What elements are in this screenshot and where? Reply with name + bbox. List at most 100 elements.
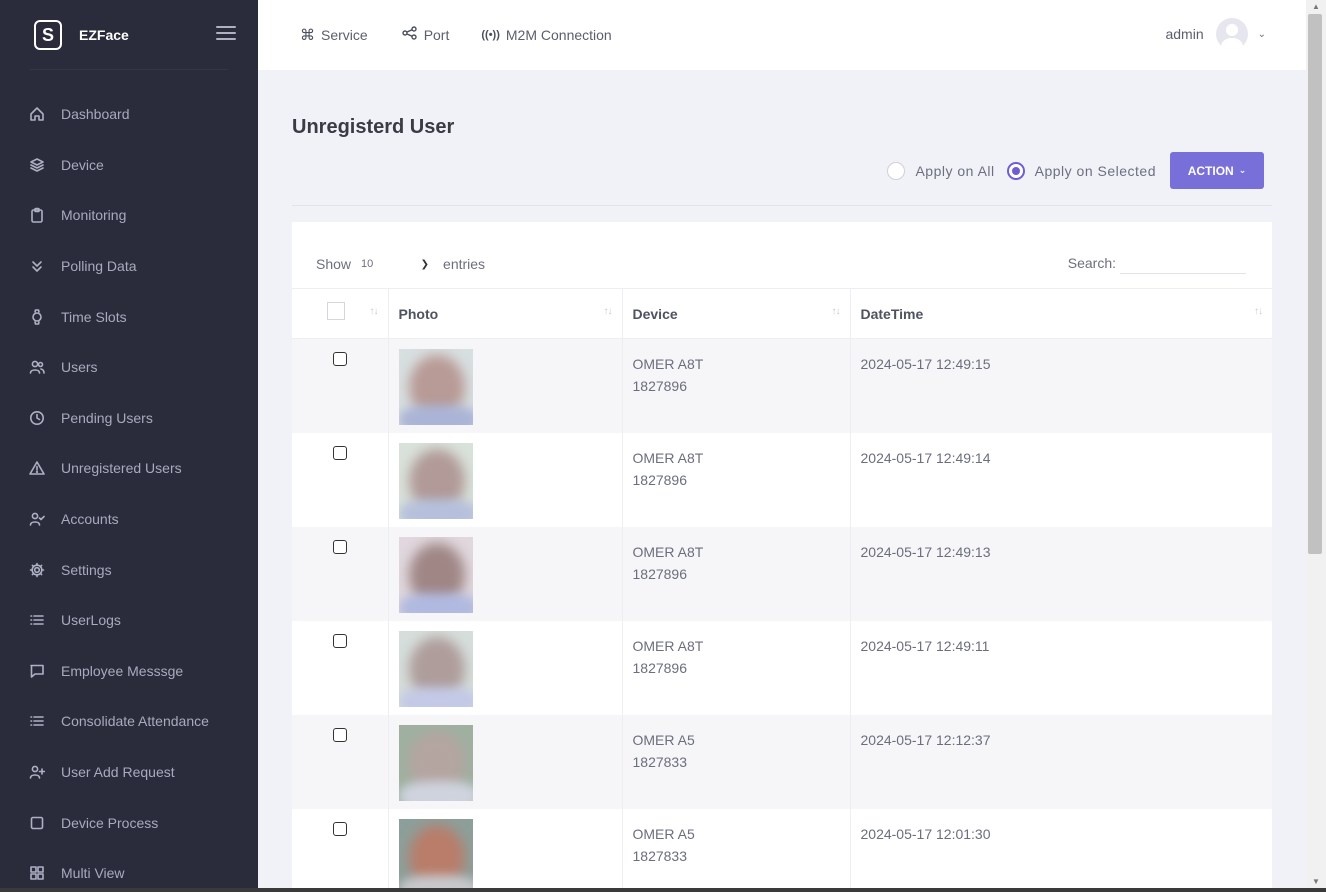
entries-value: 10 <box>361 258 374 270</box>
scroll-down-icon[interactable]: ▼ <box>1312 877 1320 886</box>
grid-icon <box>28 864 46 882</box>
service-link[interactable]: ⌘ Service <box>300 26 368 44</box>
chevron-down-icon: ❯ <box>420 258 430 270</box>
datetime-value: 2024-05-17 12:49:15 <box>860 356 991 372</box>
sidebar-item-polling-data[interactable]: Polling Data <box>0 241 258 292</box>
scrollbar-thumb[interactable] <box>1308 14 1322 554</box>
datetime-header[interactable]: DateTime ↑↓ <box>850 288 1272 339</box>
sidebar-item-employee-messsge[interactable]: Employee Messsge <box>0 646 258 697</box>
layers-icon <box>28 156 46 174</box>
user-photo[interactable] <box>398 630 473 707</box>
page-scrollbar[interactable]: ▲ ▼ <box>1306 0 1326 888</box>
row-checkbox[interactable] <box>333 445 347 460</box>
apply-on-all-label: Apply on All <box>915 162 995 179</box>
sidebar-nav: Dashboard Device Monitoring Polling Data Tim… <box>0 89 258 892</box>
row-checkbox[interactable] <box>333 633 347 648</box>
sidebar-item-accounts[interactable]: Accounts <box>0 494 258 545</box>
command-icon: ⌘ <box>300 27 315 44</box>
sidebar-item-dashboard[interactable]: Dashboard <box>0 89 258 140</box>
sidebar-item-device-process[interactable]: Device Process <box>0 797 258 848</box>
menu-toggle-icon[interactable] <box>216 26 236 40</box>
table-row[interactable]: OMER A5 1827833 2024-05-17 12:12:37 <box>292 714 1272 809</box>
user-photo[interactable] <box>398 724 473 801</box>
row-select-cell <box>292 714 389 809</box>
search-label: Search: <box>1067 255 1116 271</box>
sidebar-item-label: Settings <box>61 561 112 578</box>
sidebar-item-consolidate-attendance[interactable]: Consolidate Attendance <box>0 696 258 747</box>
sort-icon[interactable]: ↑↓ <box>1254 306 1263 317</box>
action-button[interactable]: ACTION ⌄ <box>1170 152 1264 189</box>
table-row[interactable]: OMER A8T 1827896 2024-05-17 12:49:15 <box>292 338 1272 433</box>
sidebar-item-userlogs[interactable]: UserLogs <box>0 595 258 646</box>
clock-icon <box>28 409 46 427</box>
photo-header[interactable]: Photo ↑↓ <box>388 288 623 339</box>
user-photo[interactable] <box>398 818 473 888</box>
user-photo[interactable] <box>398 349 473 425</box>
sort-icon[interactable]: ↑↓ <box>604 306 613 317</box>
user-check-icon <box>28 510 46 528</box>
square-icon <box>28 814 46 832</box>
row-select-cell <box>292 338 389 433</box>
radio-circle[interactable] <box>887 161 906 180</box>
row-checkbox[interactable] <box>333 352 347 366</box>
device-id: 1827833 <box>632 753 688 770</box>
sidebar-item-multi-view[interactable]: Multi View <box>0 848 258 892</box>
apply-on-selected-radio[interactable]: Apply on Selected <box>1006 161 1156 180</box>
datetime-cell: 2024-05-17 12:12:37 <box>850 714 1272 809</box>
datetime-value: 2024-05-17 12:49:13 <box>860 543 991 560</box>
sort-icon[interactable]: ↑↓ <box>832 306 841 317</box>
datetime-cell: 2024-05-17 12:49:15 <box>850 338 1272 433</box>
device-id: 1827896 <box>632 565 688 582</box>
datetime-cell: 2024-05-17 12:49:13 <box>850 526 1272 621</box>
user-name: admin <box>1165 26 1204 42</box>
main-content: Unregisterd User Apply on All Apply on S… <box>258 70 1306 888</box>
row-select-cell <box>292 526 389 621</box>
datetime-value: 2024-05-17 12:01:30 <box>860 825 991 842</box>
divider <box>292 205 1272 206</box>
port-link[interactable]: Port <box>401 26 449 44</box>
row-checkbox[interactable] <box>333 539 347 554</box>
datetime-header-label: DateTime <box>860 305 924 322</box>
m2m-connection-link[interactable]: ((•)) M2M Connection <box>481 27 611 43</box>
sidebar-item-unregistered-users[interactable]: Unregistered Users <box>0 443 258 494</box>
table-row[interactable]: OMER A8T 1827896 2024-05-17 12:49:14 <box>292 432 1272 527</box>
user-photo[interactable] <box>398 536 473 613</box>
sort-icon[interactable]: ↑↓ <box>370 306 379 317</box>
sidebar-item-time-slots[interactable]: Time Slots <box>0 291 258 342</box>
search-input[interactable] <box>1120 252 1246 274</box>
table-card: Show 10 ❯ entries Search: ↑↓ Photo ↑↓ De… <box>292 222 1272 888</box>
clipboard-icon <box>28 206 46 224</box>
user-photo[interactable] <box>398 442 473 519</box>
apply-on-all-radio[interactable]: Apply on All <box>887 161 995 180</box>
m2m-connection-label: M2M Connection <box>505 27 612 43</box>
entries-select[interactable]: 10 ❯ <box>361 252 435 276</box>
row-checkbox[interactable] <box>333 727 347 742</box>
sidebar-item-users[interactable]: Users <box>0 342 258 393</box>
sidebar-item-settings[interactable]: Settings <box>0 544 258 595</box>
row-checkbox[interactable] <box>333 821 347 836</box>
device-cell: OMER A8T 1827896 <box>622 620 851 715</box>
row-select-cell <box>292 808 389 888</box>
brand-name[interactable]: EZFace <box>79 27 129 43</box>
table-row[interactable]: OMER A8T 1827896 2024-05-17 12:49:11 <box>292 620 1272 715</box>
device-id: 1827896 <box>632 659 688 676</box>
unregistered-users-table: ↑↓ Photo ↑↓ Device ↑↓ DateTime ↑↓ OMER A… <box>292 288 1272 888</box>
user-menu[interactable]: admin ⌄ <box>1165 18 1266 50</box>
table-row[interactable]: OMER A5 1827833 2024-05-17 12:01:30 <box>292 808 1272 888</box>
device-cell: OMER A5 1827833 <box>622 714 851 809</box>
radio-circle-checked[interactable] <box>1006 161 1025 180</box>
users-icon <box>28 358 46 376</box>
brand-logo[interactable]: S <box>34 20 62 50</box>
device-header[interactable]: Device ↑↓ <box>622 288 851 339</box>
device-id: 1827896 <box>632 471 688 488</box>
sidebar-item-device[interactable]: Device <box>0 140 258 191</box>
sidebar-item-label: Dashboard <box>61 106 130 123</box>
sidebar-item-monitoring[interactable]: Monitoring <box>0 190 258 241</box>
select-all-header[interactable]: ↑↓ <box>292 288 389 339</box>
sidebar-item-user-add-request[interactable]: User Add Request <box>0 747 258 798</box>
table-row[interactable]: OMER A8T 1827896 2024-05-17 12:49:13 <box>292 526 1272 621</box>
device-cell: OMER A5 1827833 <box>622 808 851 888</box>
scroll-up-icon[interactable]: ▲ <box>1312 2 1320 11</box>
sidebar-item-pending-users[interactable]: Pending Users <box>0 393 258 444</box>
select-all-checkbox[interactable] <box>327 302 345 320</box>
